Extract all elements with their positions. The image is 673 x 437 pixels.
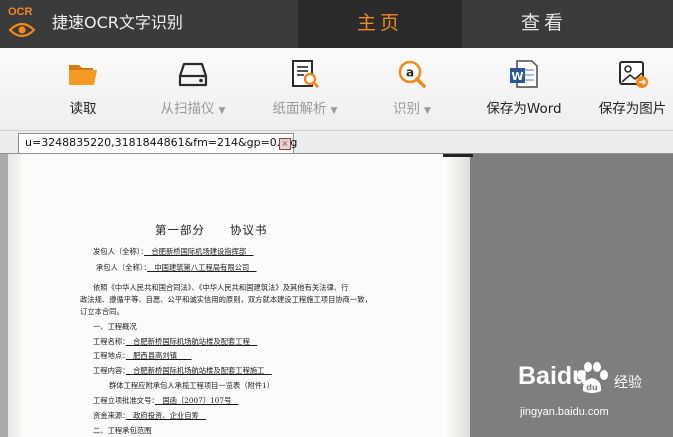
toolbar: 读取 从扫描仪 ▼ 纸面解析 ▼ a 识别 ▼ W 保存为Word 保存为图片 — [0, 48, 673, 131]
dropdown-arrow-icon: ▼ — [424, 106, 431, 116]
doc-section: 一、工程概况 — [93, 322, 137, 331]
recognize-button[interactable]: a 识别 ▼ — [372, 48, 452, 130]
close-icon[interactable]: × — [279, 138, 291, 150]
title-bar-tail — [626, 0, 673, 48]
scan-button[interactable]: 从扫描仪 ▼ — [150, 48, 236, 130]
doc-line: 工程立项批准文号： 国函〔2007〕107号 — [93, 396, 239, 405]
doc-line: 工程名称： 合肥新桥国际机场航站楼及配套工程 — [93, 337, 258, 346]
scanner-icon — [178, 62, 208, 87]
page-magnifier-icon — [292, 60, 320, 89]
svg-text:du: du — [586, 383, 598, 392]
save-word-label: 保存为Word — [486, 101, 562, 117]
recognize-icon: a — [398, 60, 426, 88]
dropdown-arrow-icon: ▼ — [218, 106, 226, 116]
document-tab-name: u=3248835220,3181844861&fm=214&gp=0.jpg — [25, 136, 298, 149]
page-right-shadow — [446, 154, 470, 437]
doc-heading: 第一部分 协议书 — [155, 223, 268, 237]
dropdown-arrow-icon: ▼ — [330, 106, 338, 116]
doc-line: 订立本合同。 — [80, 307, 124, 316]
app-title: 捷速OCR文字识别 — [52, 13, 183, 32]
baidu-watermark: du Baidu 经验 jingyan.baidu.com — [518, 360, 668, 432]
parse-label: 纸面解析 ▼ — [272, 101, 338, 117]
scan-label: 从扫描仪 ▼ — [160, 101, 226, 117]
doc-section: 二、工程承包范围 — [93, 426, 152, 435]
doc-line: 工程地点： 肥西县高刘镇 — [93, 351, 192, 360]
doc-line: 资金来源： 政府投资、企业自筹 — [93, 411, 207, 420]
doc-line: 政法规、遵循平等、自愿、公平和诚实信用的原则，双方就本建设工程施工项目协商一致， — [80, 295, 372, 304]
svg-text:W: W — [511, 70, 523, 83]
doc-line: 承包人（全称）： 中国建筑第八工程局有限公司 — [96, 263, 257, 272]
title-bar: OCR 捷速OCR文字识别 主页 查看 — [0, 0, 673, 48]
baidu-url: jingyan.baidu.com — [520, 406, 609, 418]
tab-view[interactable]: 查看 — [462, 0, 626, 48]
doc-line: 群体工程应附承包人承揽工程项目一览表（附件1） — [109, 381, 275, 390]
app-logo: OCR — [7, 4, 41, 44]
tab-home[interactable]: 主页 — [298, 0, 462, 48]
baidu-jingyan: 经验 — [614, 375, 642, 391]
recognize-label: 识别 ▼ — [393, 101, 431, 117]
svg-text:a: a — [406, 66, 414, 80]
document-tab-strip: u=3248835220,3181844861&fm=214&gp=0.jpg … — [0, 131, 673, 154]
folder-icon — [69, 65, 97, 85]
doc-line: 依照《中华人民共和国合同法》、《中华人民共和国建筑法》及其他有关法律、行 — [93, 283, 349, 292]
save-word-button[interactable]: W 保存为Word — [480, 48, 568, 130]
logo-text: OCR — [8, 6, 33, 18]
document-tab[interactable]: u=3248835220,3181844861&fm=214&gp=0.jpg … — [18, 133, 298, 153]
page-left-margin — [0, 154, 8, 437]
word-document-icon: W — [510, 60, 538, 88]
save-image-button[interactable]: 保存为图片 — [592, 48, 673, 130]
eye-icon — [9, 22, 35, 38]
read-button[interactable]: 读取 — [44, 48, 122, 130]
save-image-label: 保存为图片 — [598, 101, 667, 117]
doc-line: 工程内容： 合肥新桥国际机场航站楼及配套工程施工 — [93, 366, 272, 375]
parse-button[interactable]: 纸面解析 ▼ — [262, 48, 348, 130]
doc-line: 发包人（全称）： 合肥新桥国际机场建设指挥部 — [93, 247, 254, 256]
page-top-mark — [443, 154, 473, 157]
page-edge — [8, 154, 21, 437]
image-export-icon — [618, 61, 648, 88]
read-label: 读取 — [69, 101, 97, 117]
baidu-brand: Baidu — [518, 362, 588, 390]
